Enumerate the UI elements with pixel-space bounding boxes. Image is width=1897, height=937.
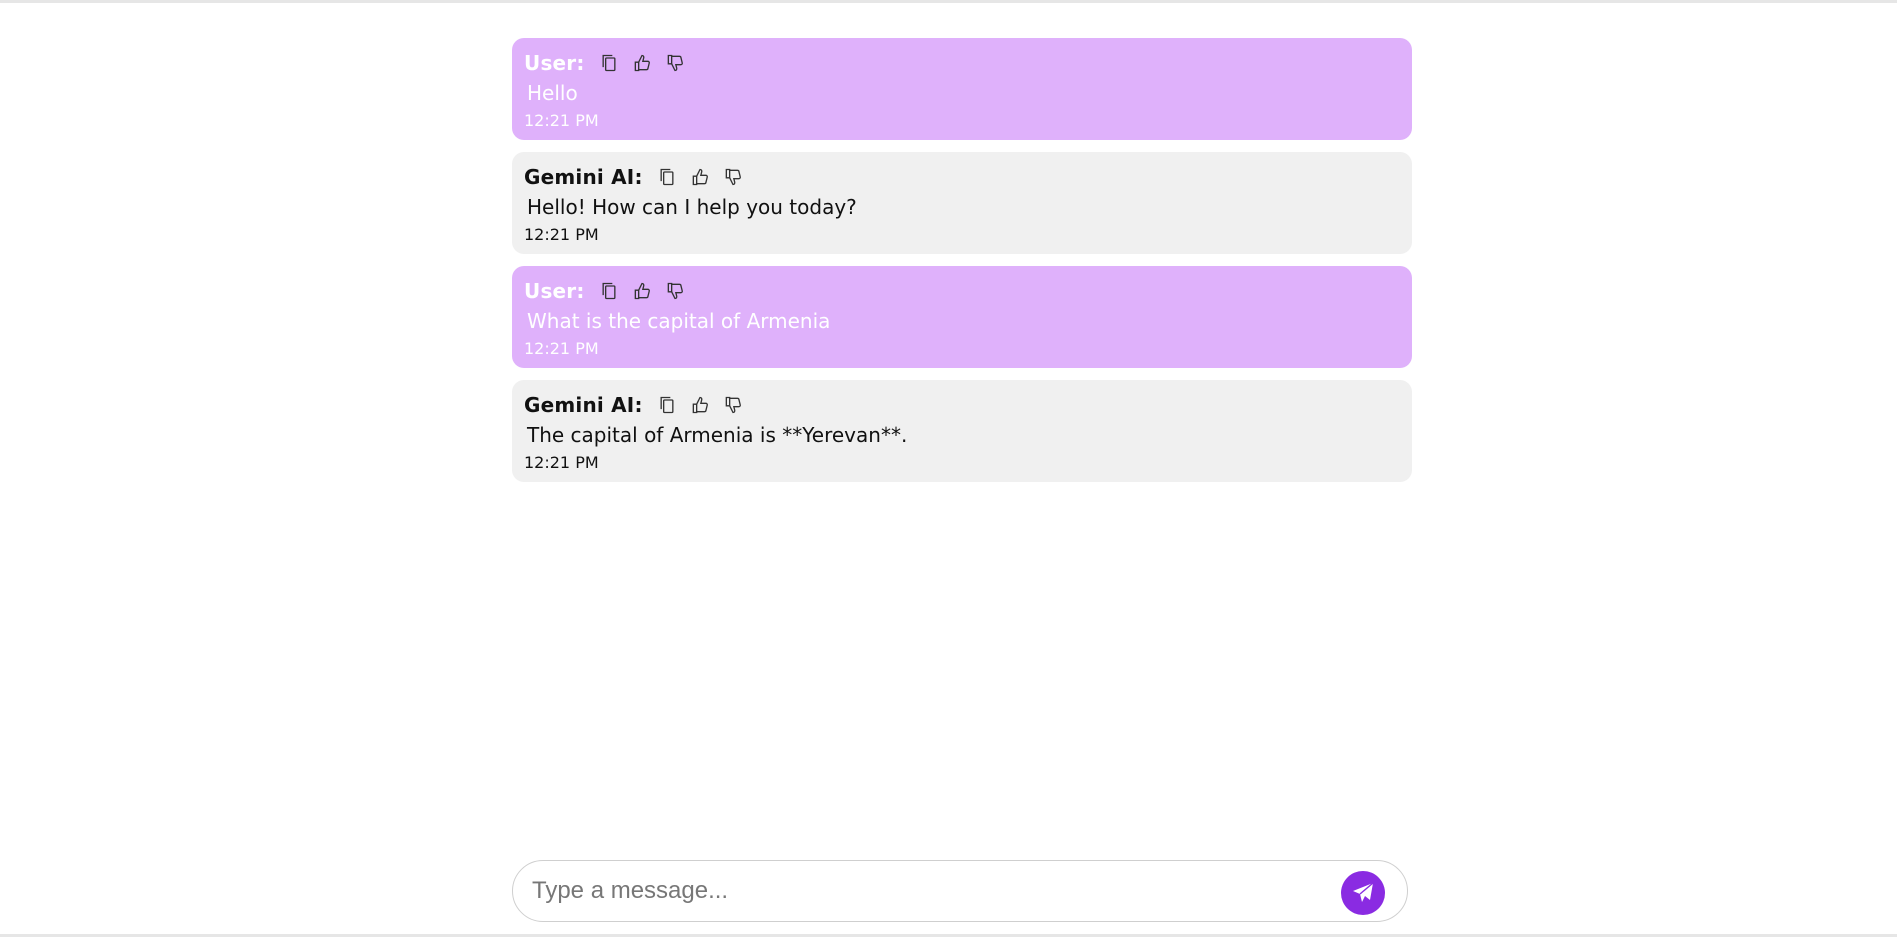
message-composer (512, 860, 1408, 922)
copy-icon[interactable] (655, 393, 679, 417)
thumbs-down-icon[interactable] (663, 279, 687, 303)
send-button[interactable] (1341, 871, 1385, 915)
top-divider (0, 0, 1897, 3)
copy-icon[interactable] (655, 165, 679, 189)
message-text: What is the capital of Armenia (527, 309, 831, 333)
sender-label: Gemini AI: (524, 393, 643, 417)
thumbs-up-icon[interactable] (630, 51, 654, 75)
message-timestamp: 12:21 PM (524, 111, 599, 130)
thumbs-up-icon[interactable] (688, 165, 712, 189)
message-header: User: (524, 48, 1400, 78)
thumbs-down-icon[interactable] (721, 393, 745, 417)
user-message: User: What is the capital of Armenia 12:… (512, 266, 1412, 368)
message-actions (597, 279, 687, 303)
message-text: Hello! How can I help you today? (527, 195, 857, 219)
copy-icon[interactable] (597, 279, 621, 303)
ai-message: Gemini AI: The capital of Armenia is **Y… (512, 380, 1412, 482)
thumbs-up-icon[interactable] (688, 393, 712, 417)
thumbs-down-icon[interactable] (721, 165, 745, 189)
chat-thread: User: Hello 12:21 PM Gemini AI: Hello! H… (512, 38, 1412, 494)
sender-label: User: (524, 279, 585, 303)
message-actions (597, 51, 687, 75)
message-text: Hello (527, 81, 578, 105)
ai-message: Gemini AI: Hello! How can I help you tod… (512, 152, 1412, 254)
send-icon (1353, 882, 1374, 902)
message-header: Gemini AI: (524, 390, 1400, 420)
sender-label: Gemini AI: (524, 165, 643, 189)
message-actions (655, 165, 745, 189)
user-message: User: Hello 12:21 PM (512, 38, 1412, 140)
message-timestamp: 12:21 PM (524, 339, 599, 358)
message-timestamp: 12:21 PM (524, 225, 599, 244)
message-header: Gemini AI: (524, 162, 1400, 192)
message-actions (655, 393, 745, 417)
sender-label: User: (524, 51, 585, 75)
message-text: The capital of Armenia is **Yerevan**. (527, 423, 908, 447)
message-header: User: (524, 276, 1400, 306)
message-timestamp: 12:21 PM (524, 453, 599, 472)
thumbs-down-icon[interactable] (663, 51, 687, 75)
thumbs-up-icon[interactable] (630, 279, 654, 303)
copy-icon[interactable] (597, 51, 621, 75)
message-input[interactable] (532, 873, 1312, 909)
